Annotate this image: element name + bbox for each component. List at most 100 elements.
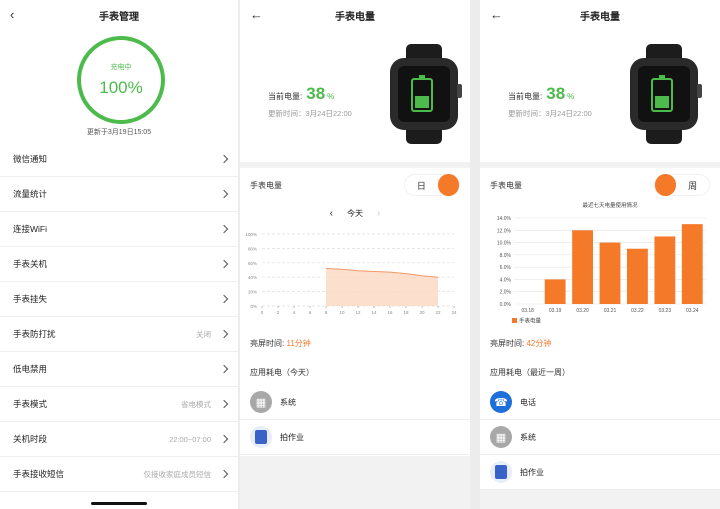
- chevron-right-icon: [219, 224, 229, 234]
- menu-item[interactable]: 低电禁用: [0, 352, 238, 387]
- y-tick-label: 100%: [245, 232, 257, 237]
- x-tick-label: 18: [403, 310, 409, 315]
- day-week-toggle[interactable]: 周: [654, 174, 710, 196]
- page-title: 手表管理: [99, 11, 139, 23]
- x-tick-label: 03.24: [686, 308, 699, 314]
- legend-swatch: [512, 318, 517, 323]
- menu-item[interactable]: 手表防打扰 关闭: [0, 317, 238, 352]
- x-tick-label: 10: [339, 310, 345, 315]
- screen-time: 亮屏时间: 42分钟: [490, 338, 551, 349]
- toggle-label: 周: [688, 180, 698, 191]
- back-arrow-icon[interactable]: ←: [250, 7, 263, 22]
- battery-ring: 充电中 100%: [77, 36, 165, 124]
- menu-item[interactable]: 流量统计: [0, 177, 238, 212]
- phone-icon: ☎: [490, 391, 512, 413]
- update-time: 更新时间：3月24日22:00: [508, 109, 592, 118]
- bar: [599, 242, 621, 304]
- menu-item[interactable]: 连接WiFi: [0, 212, 238, 247]
- x-tick-label: 03.23: [659, 308, 672, 314]
- chevron-right-icon: [219, 329, 229, 339]
- menu-item-value: 仅接收家庭成员短信: [143, 469, 212, 479]
- battery-icon: [411, 75, 433, 112]
- y-tick-label: 20%: [248, 290, 257, 295]
- watch-image: [626, 44, 702, 144]
- battery-summary-card: ← 手表电量 当前电量: 38 % 更新时间：3月24日22:00: [240, 0, 470, 162]
- chevron-right-icon: [219, 189, 229, 199]
- chevron-right-icon: [219, 434, 229, 444]
- app-usage-row[interactable]: ▦ 系统: [480, 420, 720, 455]
- menu-item-value: 关闭: [196, 329, 211, 339]
- toggle-knob: [437, 174, 459, 196]
- y-tick-label: 6.0%: [500, 265, 512, 271]
- y-tick-label: 80%: [248, 246, 257, 251]
- x-tick-label: 0: [261, 310, 264, 315]
- bar: [572, 230, 593, 304]
- menu-item[interactable]: 微信通知: [0, 142, 238, 177]
- day-week-toggle[interactable]: 日: [404, 174, 460, 196]
- menu-item-label: 手表接收短信: [13, 469, 65, 479]
- app-name: 系统: [520, 432, 536, 442]
- menu-item[interactable]: 手表关机: [0, 247, 238, 282]
- settings-menu: 微信通知流量统计连接WiFi 手表关机手表挂失手表防打扰 关闭低电禁用 手表模式 省电模…: [0, 142, 238, 492]
- y-tick-label: 8.0%: [500, 253, 512, 259]
- x-tick-label: 20: [419, 310, 425, 315]
- apps-section-title: 应用耗电（今天）: [250, 368, 314, 377]
- watch-image: [386, 44, 462, 144]
- app-usage-row[interactable]: 拍作业: [240, 420, 470, 455]
- card-title: 手表电量: [250, 181, 282, 190]
- menu-item-label: 手表关机: [13, 259, 48, 269]
- app-name: 拍作业: [280, 432, 304, 442]
- bar: [627, 248, 648, 304]
- x-tick-label: 16: [387, 310, 393, 315]
- header: ← 手表电量: [240, 0, 470, 30]
- toggle-knob: [655, 174, 677, 196]
- homework-app-icon: [490, 461, 512, 483]
- x-tick-label: 03.18: [521, 308, 534, 314]
- y-tick-label: 12.0%: [497, 228, 512, 234]
- toggle-label: 日: [416, 180, 426, 191]
- menu-item-label: 连接WiFi: [13, 224, 47, 234]
- current-battery-unit: %: [567, 92, 575, 101]
- menu-item-label: 流量统计: [13, 189, 48, 199]
- daily-battery-chart: 100%80%60%40%20%0%0 2 4 6 8 10 12 14 16 18 20 22 24: [245, 232, 457, 315]
- y-tick-label: 0.0%: [500, 302, 512, 308]
- y-tick-label: 60%: [248, 261, 257, 266]
- x-tick-label: 4: [293, 310, 296, 315]
- menu-item-label: 关机时段: [13, 434, 48, 444]
- day-navigator: ‹ 今天 ›: [240, 208, 470, 219]
- menu-item[interactable]: 手表挂失: [0, 282, 238, 317]
- menu-item[interactable]: 手表模式 省电模式: [0, 387, 238, 422]
- x-tick-label: 14: [371, 310, 377, 315]
- header: ← 手表电量: [480, 0, 720, 30]
- apps-section-title: 应用耗电（最近一周）: [490, 368, 570, 377]
- menu-item[interactable]: 手表接收短信 仅接收家庭成员短信: [0, 457, 238, 492]
- home-indicator: [91, 502, 147, 505]
- y-tick-label: 10.0%: [497, 241, 512, 247]
- system-icon: ▦: [490, 426, 512, 448]
- menu-item[interactable]: 关机时段 22:00~07:00: [0, 422, 238, 457]
- page-title: 手表电量: [580, 11, 620, 23]
- watermark: 新浪众测: [642, 471, 714, 490]
- charging-status: 充电中: [110, 64, 132, 71]
- system-icon: ▦: [250, 391, 272, 413]
- current-battery-label: 当前电量:: [508, 92, 543, 101]
- app-usage-row[interactable]: ☎ 电话: [480, 385, 720, 420]
- next-day-icon[interactable]: ›: [377, 208, 380, 219]
- back-icon[interactable]: ‹: [10, 7, 14, 22]
- chevron-right-icon: [219, 399, 229, 409]
- back-arrow-icon[interactable]: ←: [490, 7, 503, 22]
- bar: [681, 224, 703, 304]
- x-tick-label: 03.22: [631, 308, 644, 314]
- app-usage-row[interactable]: ▦ 系统: [240, 385, 470, 420]
- menu-item-label: 手表防打扰: [13, 329, 56, 339]
- x-tick-label: 6: [309, 310, 312, 315]
- prev-day-icon[interactable]: ‹: [330, 208, 333, 219]
- battery-percentage: 100%: [99, 78, 143, 97]
- menu-item-label: 手表模式: [13, 399, 48, 409]
- y-tick-label: 0%: [250, 304, 257, 309]
- battery-area: [326, 268, 438, 306]
- x-tick-label: 8: [325, 310, 328, 315]
- legend-label: 手表电量: [519, 317, 542, 325]
- battery-summary-card: ← 手表电量 当前电量: 38 % 更新时间：3月24日22:00: [480, 0, 720, 162]
- x-tick-label: 12: [355, 310, 361, 315]
